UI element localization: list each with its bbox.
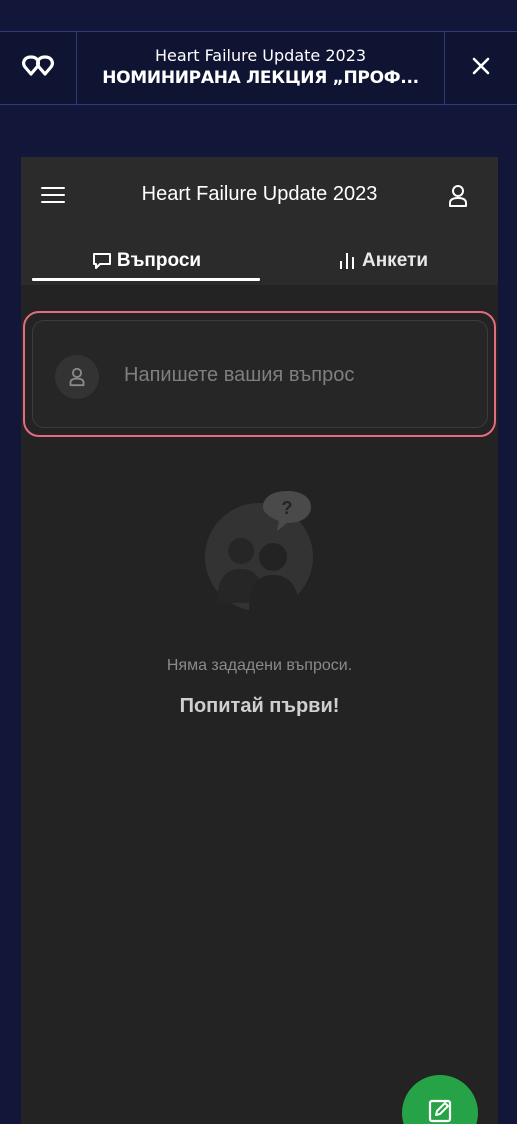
session-banner: Heart Failure Update 2023 НОМИНИРАНА ЛЕК… [0, 31, 517, 105]
ask-question-button[interactable] [402, 1075, 478, 1124]
tab-polls-label: Анкети [361, 250, 428, 271]
people-question-icon: ? [203, 487, 323, 617]
heart-logo-icon [20, 54, 56, 83]
active-tab-indicator [32, 278, 260, 281]
qa-panel: Heart Failure Update 2023 Въпроси Анкети… [21, 157, 498, 1124]
panel-title: Heart Failure Update 2023 [141, 183, 378, 205]
event-title: Heart Failure Update 2023 [154, 46, 367, 65]
chat-bubble-icon [91, 251, 113, 271]
bar-chart-icon [336, 251, 358, 271]
tab-polls[interactable]: Анкети [277, 239, 487, 283]
empty-state-text: Няма зададени въпроси. [166, 657, 353, 674]
tab-questions-label: Въпроси [116, 250, 202, 271]
tab-questions[interactable]: Въпроси [32, 239, 260, 283]
logo-cell[interactable] [0, 32, 77, 104]
edit-icon [426, 1097, 454, 1124]
empty-state-cta: Попитай първи! [179, 695, 340, 717]
session-title: НОМИНИРАНА ЛЕКЦИЯ „ПРОФ... [102, 68, 419, 88]
banner-titles: Heart Failure Update 2023 НОМИНИРАНА ЛЕК… [77, 32, 445, 104]
panel-header: Heart Failure Update 2023 Въпроси Анкети [21, 157, 498, 285]
svg-text:?: ? [282, 498, 293, 518]
close-button[interactable] [445, 32, 517, 104]
avatar [55, 355, 99, 399]
question-placeholder: Напишете вашия въпрос [124, 364, 355, 386]
user-icon[interactable] [445, 183, 471, 209]
close-icon [471, 56, 491, 81]
hamburger-menu-icon[interactable] [41, 185, 65, 205]
question-input[interactable]: Напишете вашия въпрос [32, 320, 488, 428]
